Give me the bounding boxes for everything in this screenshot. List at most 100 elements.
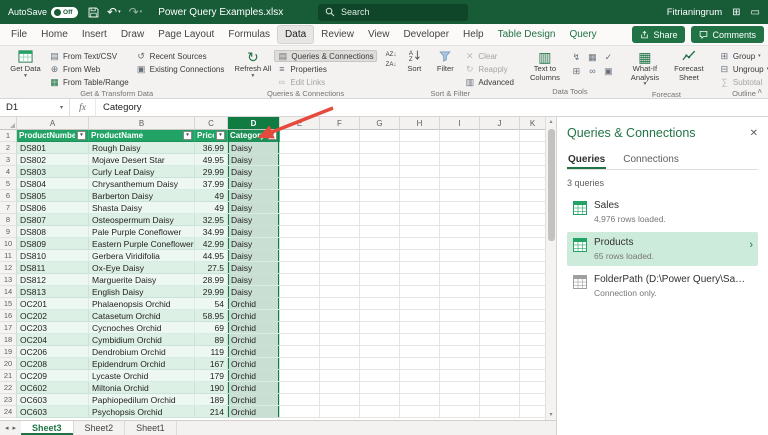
empty-cell[interactable] [400, 250, 440, 262]
table-cell[interactable]: 89 [195, 334, 228, 346]
empty-cell[interactable] [520, 238, 545, 250]
empty-cell[interactable] [480, 154, 520, 166]
apps-grid-icon[interactable]: ⊞ [732, 7, 740, 18]
empty-cell[interactable] [320, 250, 360, 262]
empty-cell[interactable] [480, 382, 520, 394]
empty-cell[interactable] [440, 346, 480, 358]
insert-function-icon[interactable]: fx [70, 99, 96, 116]
redo-button[interactable]: ↷ ▾ [129, 6, 143, 18]
table-cell[interactable]: 119 [195, 346, 228, 358]
row-header-5[interactable]: 5 [0, 178, 17, 190]
select-all-corner[interactable] [0, 117, 17, 130]
empty-cell[interactable] [400, 370, 440, 382]
table-cell[interactable]: Orchid [228, 406, 280, 418]
empty-cell[interactable] [360, 298, 400, 310]
properties-button[interactable]: ≡ Properties [274, 63, 376, 75]
ribbon-options-icon[interactable]: ▭ [751, 7, 760, 18]
empty-cell[interactable] [480, 250, 520, 262]
empty-cell[interactable] [520, 262, 545, 274]
table-cell[interactable]: DS807 [17, 214, 89, 226]
empty-cell[interactable] [320, 154, 360, 166]
table-cell[interactable]: 214 [195, 406, 228, 418]
table-cell[interactable]: Daisy [228, 262, 280, 274]
empty-cell[interactable] [440, 310, 480, 322]
table-cell[interactable]: Paphiopedilum Orchid [89, 394, 195, 406]
empty-cell[interactable] [320, 202, 360, 214]
empty-cell[interactable] [440, 322, 480, 334]
ungroup-button[interactable]: ⊟ Ungroup ▾ [717, 63, 768, 75]
empty-cell[interactable] [320, 370, 360, 382]
empty-cell[interactable] [320, 322, 360, 334]
empty-cell[interactable] [320, 394, 360, 406]
row-header-7[interactable]: 7 [0, 202, 17, 214]
table-cell[interactable]: English Daisy [89, 286, 195, 298]
table-cell[interactable]: Barberton Daisy [89, 190, 195, 202]
empty-cell[interactable] [440, 166, 480, 178]
sort-ascending-button[interactable]: AZ↓ [385, 51, 398, 59]
table-cell[interactable]: DS803 [17, 166, 89, 178]
empty-cell[interactable] [440, 382, 480, 394]
query-item-sales[interactable]: Sales 4,976 rows loaded. [567, 195, 758, 229]
scrollbar-thumb[interactable] [547, 129, 555, 241]
table-cell[interactable]: Osteospermum Daisy [89, 214, 195, 226]
text-to-columns-button[interactable]: ▥ Text to Columns [524, 48, 566, 83]
table-cell[interactable]: Pale Purple Coneflower [89, 226, 195, 238]
empty-cell[interactable] [480, 130, 520, 142]
row-header-11[interactable]: 11 [0, 250, 17, 262]
empty-cell[interactable] [440, 274, 480, 286]
empty-cell[interactable] [400, 358, 440, 370]
empty-cell[interactable] [480, 310, 520, 322]
queries-connections-button[interactable]: ▤ Queries & Connections [274, 50, 377, 62]
table-cell[interactable]: Orchid [228, 346, 280, 358]
empty-cell[interactable] [320, 214, 360, 226]
empty-cell[interactable] [400, 298, 440, 310]
table-cell[interactable]: 36.99 [195, 142, 228, 154]
empty-cell[interactable] [320, 238, 360, 250]
table-cell[interactable]: Miltonia Orchid [89, 382, 195, 394]
empty-cell[interactable] [480, 262, 520, 274]
empty-cell[interactable] [360, 250, 400, 262]
row-header-21[interactable]: 21 [0, 370, 17, 382]
table-cell[interactable]: Daisy [228, 178, 280, 190]
table-cell[interactable]: Shasta Daisy [89, 202, 195, 214]
table-cell[interactable]: Daisy [228, 190, 280, 202]
empty-cell[interactable] [440, 178, 480, 190]
table-cell[interactable]: 58.95 [195, 310, 228, 322]
table-cell[interactable]: Epidendrum Orchid [89, 358, 195, 370]
relationships-icon[interactable]: ∞ [585, 65, 600, 78]
table-cell[interactable]: DS805 [17, 190, 89, 202]
table-cell[interactable]: 49 [195, 202, 228, 214]
empty-cell[interactable] [440, 250, 480, 262]
empty-cell[interactable] [360, 286, 400, 298]
empty-cell[interactable] [360, 382, 400, 394]
table-cell[interactable]: 167 [195, 358, 228, 370]
empty-cell[interactable] [440, 202, 480, 214]
empty-cell[interactable] [480, 370, 520, 382]
save-button[interactable] [88, 7, 99, 18]
remove-duplicates-icon[interactable]: ▦ [585, 51, 600, 64]
empty-cell[interactable] [400, 382, 440, 394]
empty-cell[interactable] [400, 406, 440, 418]
empty-cell[interactable] [400, 238, 440, 250]
table-cell[interactable]: 37.99 [195, 178, 228, 190]
row-header-19[interactable]: 19 [0, 346, 17, 358]
row-header-16[interactable]: 16 [0, 310, 17, 322]
table-cell[interactable]: DS808 [17, 226, 89, 238]
table-header-category[interactable]: Category ▾ [228, 130, 280, 142]
empty-cell[interactable] [320, 382, 360, 394]
panel-tab-queries[interactable]: Queries [567, 151, 606, 169]
empty-cell[interactable] [320, 298, 360, 310]
row-header-20[interactable]: 20 [0, 358, 17, 370]
table-cell[interactable]: Eastern Purple Coneflower [89, 238, 195, 250]
table-cell[interactable]: Curly Leaf Daisy [89, 166, 195, 178]
empty-cell[interactable] [520, 346, 545, 358]
empty-cell[interactable] [520, 202, 545, 214]
empty-cell[interactable] [320, 334, 360, 346]
table-cell[interactable]: Gerbera Viridifolia [89, 250, 195, 262]
from-table-range-button[interactable]: ▦ From Table/Range [47, 76, 131, 88]
table-cell[interactable]: Cymbidium Orchid [89, 334, 195, 346]
reapply-button[interactable]: ↻ Reapply [462, 63, 516, 75]
empty-cell[interactable] [320, 226, 360, 238]
sheet-nav-right-icon[interactable]: ▸ [13, 424, 17, 432]
sheet-tab-sheet3[interactable]: Sheet3 [21, 421, 74, 435]
